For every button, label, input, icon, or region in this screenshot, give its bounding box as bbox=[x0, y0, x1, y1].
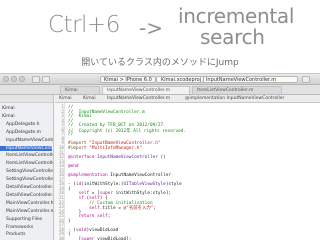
scheme-selector[interactable]: Kimai > iPhone 6.0 bbox=[100, 76, 156, 83]
code-token: InputNameViewController bbox=[97, 155, 158, 161]
code-token: @"名前を入力" bbox=[123, 206, 154, 212]
jump-bar-project[interactable]: Kimai bbox=[59, 96, 72, 102]
navigator-item[interactable]: Kimai bbox=[2, 106, 15, 111]
code-line: // Copyright (c) 2012年 All rights reserv… bbox=[68, 128, 186, 134]
code-token: @end bbox=[68, 164, 79, 170]
code-token: InputNameViewController bbox=[110, 173, 172, 179]
navigator-toolbar bbox=[0, 95, 53, 103]
navigator-item[interactable]: DetailViewController.h bbox=[6, 185, 53, 190]
jump-bar-symbol[interactable]: @implementation InputNameViewController bbox=[185, 96, 284, 102]
shortcut-key: Ctrl+6 bbox=[48, 12, 120, 38]
tab-project[interactable]: Kimai bbox=[60, 86, 100, 94]
code-token: UITableViewStyle bbox=[123, 182, 166, 188]
navigator-item[interactable]: AppDelegate.m bbox=[6, 130, 41, 135]
tab-item-list-controller[interactable]: ItemListViewController.m bbox=[192, 86, 282, 94]
code-token: ; bbox=[107, 214, 111, 220]
navigator-item[interactable]: MainViewController.m bbox=[6, 209, 53, 214]
zoom-window-icon[interactable] bbox=[19, 76, 25, 82]
code-token: )viewDidLoad bbox=[86, 227, 119, 233]
code-token: void bbox=[75, 227, 87, 233]
navigator-item[interactable]: ItemListViewController.h bbox=[6, 153, 53, 158]
navigator-item[interactable]: Kimai bbox=[2, 114, 15, 119]
navigator-item[interactable]: AppDelegate.h bbox=[6, 122, 39, 127]
code-token: initWithStyle:style]; bbox=[112, 191, 172, 197]
code-line: @end bbox=[68, 164, 79, 169]
xcode-window: Kimai > iPhone 6.0 Kimai.xcodeproj | Inp… bbox=[0, 73, 320, 240]
code-line: @implementation InputNameViewController bbox=[68, 173, 171, 178]
code-token: )initWithStyle:( bbox=[81, 182, 124, 188]
code-line: - (void)viewDidLoad bbox=[68, 228, 118, 233]
code-token: ; bbox=[153, 206, 157, 212]
code-token: #import bbox=[68, 145, 90, 151]
jump-bar: Kimai Kimai InputNameViewController.m @i… bbox=[55, 95, 320, 103]
arrow-glyph: -> bbox=[139, 16, 163, 40]
tab-bar: Kimai InputNameViewController.m ItemList… bbox=[0, 85, 320, 95]
code-token: () bbox=[157, 155, 166, 161]
navigator-item[interactable]: SettingViewController.h bbox=[6, 169, 53, 174]
navigator-item[interactable]: ItemListViewController.m bbox=[6, 161, 53, 166]
line-number-gutter: 1 2 3 4 5 6 7 8 9 10 11 12 13 14 15 16 17 18 19 20 21 22 23 24 2… bbox=[55, 103, 65, 240]
code-token: // bbox=[68, 132, 74, 138]
jump-bar-group[interactable]: Kimai bbox=[83, 96, 96, 102]
navigator-item[interactable]: InputNameViewController.m bbox=[0, 145, 53, 151]
code-token: } bbox=[68, 218, 71, 224]
code-token: "MultiInfoManager.h" bbox=[89, 145, 143, 151]
editor-mode-button[interactable] bbox=[302, 76, 310, 83]
run-button[interactable] bbox=[32, 76, 40, 83]
activity-viewer: Kimai.xcodeproj | InputNameViewControlle… bbox=[156, 76, 298, 83]
navigator-item[interactable]: Products bbox=[6, 232, 25, 237]
close-window-icon[interactable] bbox=[3, 76, 9, 82]
code-line: - (id)initWithStyle:(UITableViewStyle)st… bbox=[68, 182, 182, 187]
feature-name-line2: search bbox=[200, 25, 265, 49]
project-navigator: Kimai Kimai AppDelegate.h AppDelegate.m Inpu… bbox=[0, 95, 54, 240]
code-line: return self; bbox=[68, 214, 111, 220]
stop-button[interactable] bbox=[42, 76, 50, 83]
navigator-item[interactable]: SettingViewController.m bbox=[6, 177, 53, 182]
source-editor[interactable]: 1 2 3 4 5 6 7 8 9 10 11 12 13 14 15 16 17 18 19 20 21 22 23 24 2… bbox=[55, 103, 320, 240]
code-token: // Copyright (c) 2012年 All rights reserv… bbox=[68, 128, 187, 134]
navigator-item[interactable]: MainViewController.h bbox=[6, 201, 53, 206]
jump-bar-file[interactable]: InputNameViewController.m bbox=[107, 96, 170, 102]
code-line: } bbox=[68, 219, 71, 224]
code-token: return bbox=[78, 214, 95, 220]
slide-caption: 開いているクラス内のメソッドにJump bbox=[81, 58, 239, 68]
code-line: @interface InputNameViewController () bbox=[68, 155, 166, 160]
code-line: #import "MultiInfoManager.h" bbox=[68, 146, 142, 151]
navigator-item[interactable]: Frameworks bbox=[6, 225, 33, 230]
code-token: )style bbox=[165, 182, 182, 188]
code-token: self bbox=[89, 206, 100, 212]
code-line: // bbox=[68, 132, 73, 137]
tab-input-name-controller[interactable]: InputNameViewController.m bbox=[102, 86, 190, 94]
minimize-window-icon[interactable] bbox=[11, 76, 17, 82]
code-token: @implementation bbox=[68, 173, 111, 179]
navigator-item[interactable]: InputNameViewController.h bbox=[6, 138, 53, 143]
code-token: .title = bbox=[99, 206, 124, 212]
navigator-item[interactable]: Supporting Files bbox=[6, 217, 42, 222]
navigator-item[interactable]: DetailViewController.m bbox=[6, 193, 53, 198]
window-titlebar: Kimai > iPhone 6.0 Kimai.xcodeproj | Inp… bbox=[0, 74, 320, 85]
code-token: self bbox=[97, 214, 108, 220]
code-token: @interface bbox=[68, 155, 98, 161]
